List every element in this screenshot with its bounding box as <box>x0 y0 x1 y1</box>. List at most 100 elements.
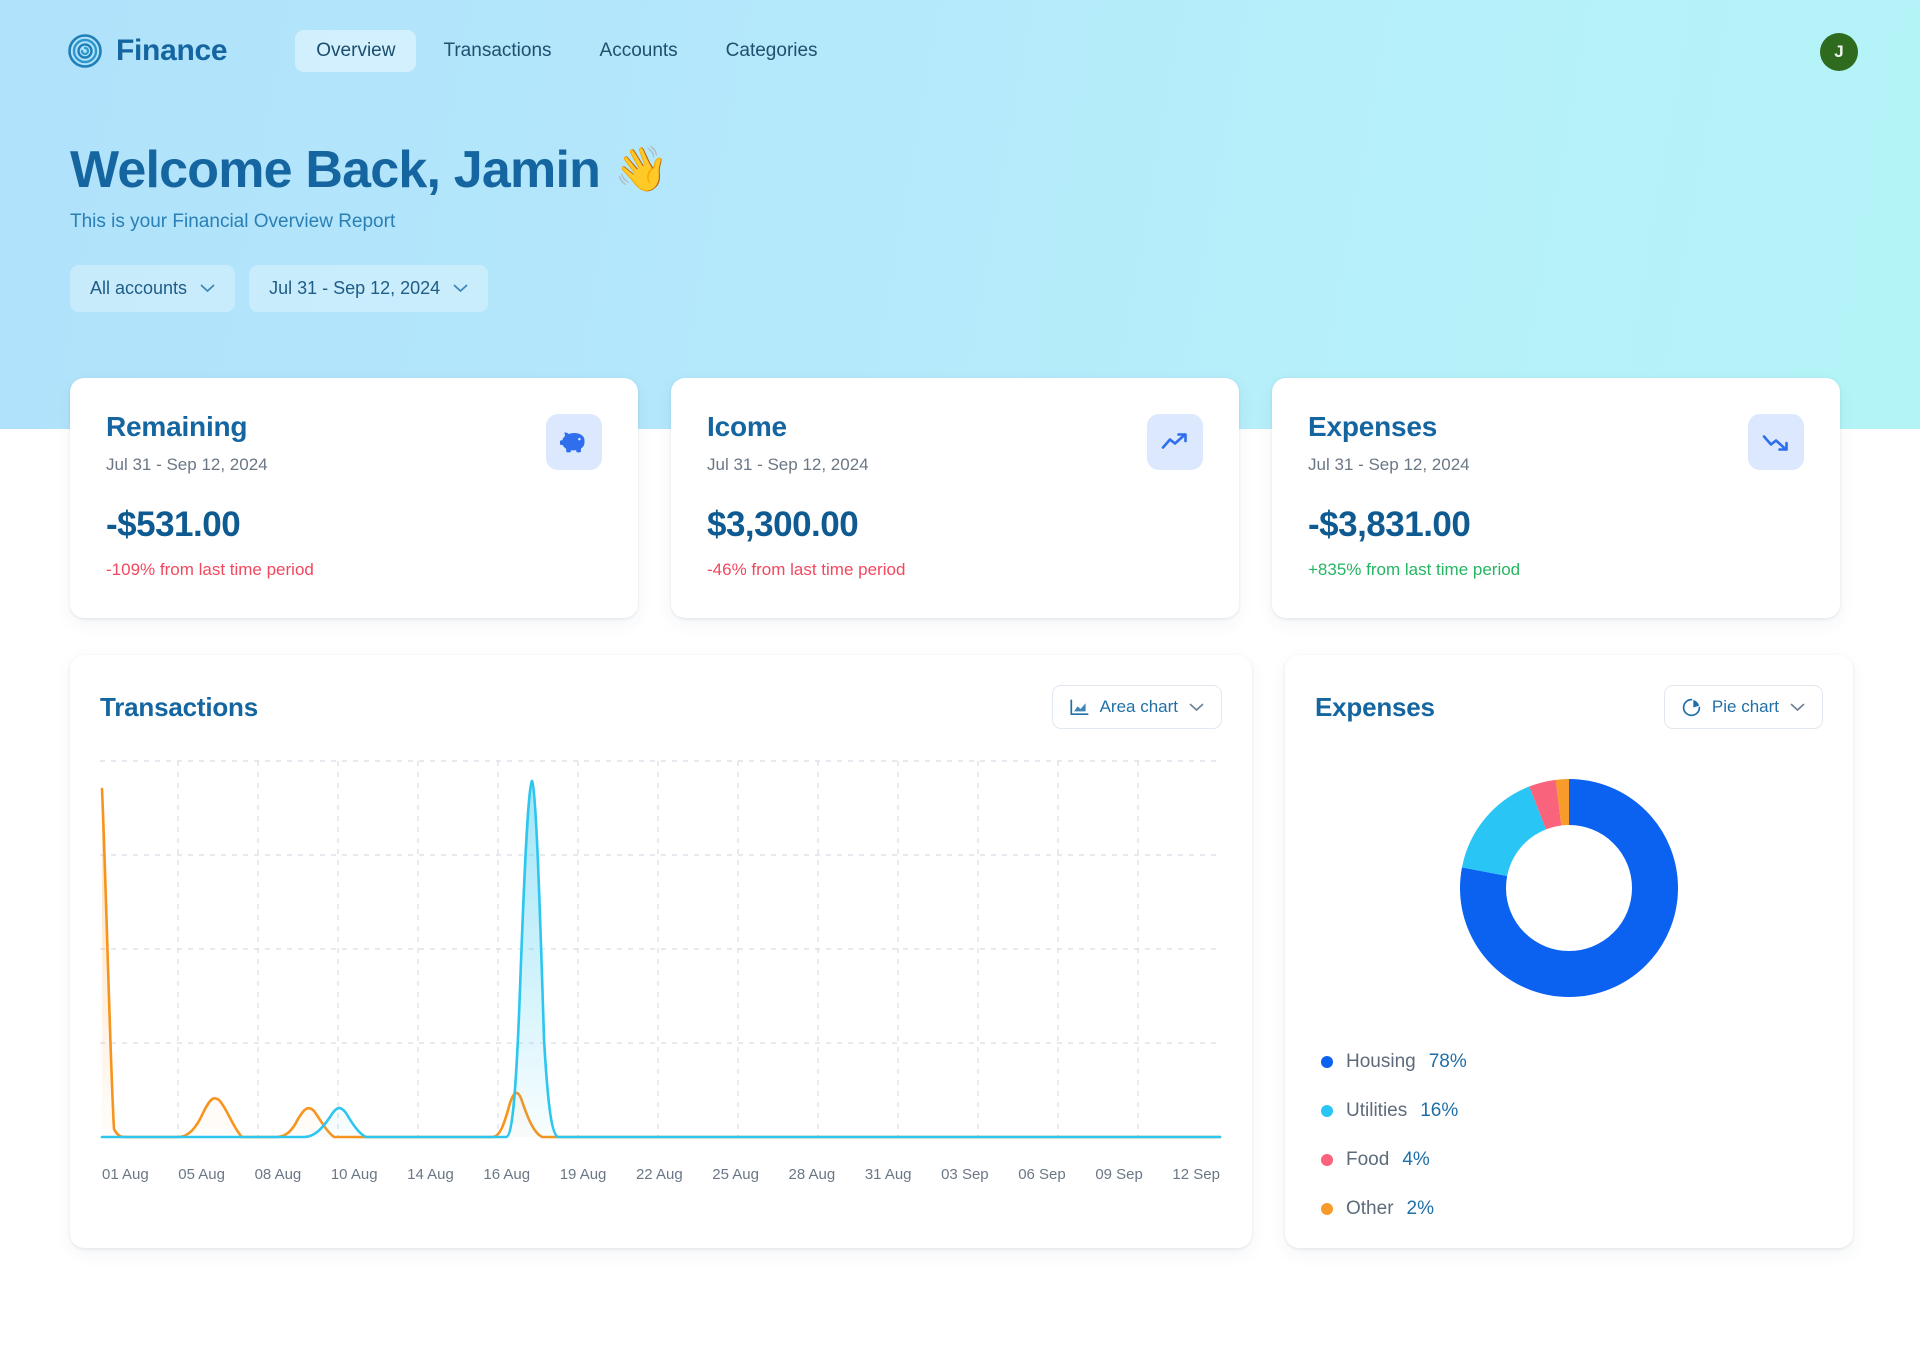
date-range-filter-dropdown[interactable]: Jul 31 - Sep 12, 2024 <box>249 265 489 312</box>
kpi-card-income: Icome Jul 31 - Sep 12, 2024 $3,300.00 -4… <box>671 378 1239 618</box>
transactions-panel-title: Transactions <box>100 691 258 722</box>
income-series-area <box>102 781 1220 1137</box>
kpi-date-range: Jul 31 - Sep 12, 2024 <box>106 455 268 474</box>
kpi-value: -$3,831.00 <box>1308 505 1471 544</box>
nav-item-categories[interactable]: Categories <box>705 30 839 72</box>
x-tick-label: 10 Aug <box>330 1166 378 1183</box>
kpi-title: Expenses <box>1308 411 1438 442</box>
chart-type-select-pie[interactable]: Pie chart <box>1663 685 1823 729</box>
brand-logo[interactable]: Finance <box>68 34 228 68</box>
x-tick-label: 14 Aug <box>407 1166 454 1183</box>
legend-label: Food <box>1346 1149 1390 1170</box>
legend-item-utilities[interactable]: Utilities 16% <box>1321 1100 1823 1122</box>
horizontal-gridlines <box>100 760 1222 1044</box>
legend-color-dot <box>1321 1056 1333 1068</box>
kpi-icon-badge <box>1147 414 1203 470</box>
kpi-card-remaining: Remaining Jul 31 - Sep 12, 2024 -$531.00… <box>70 378 638 618</box>
area-chart-x-axis: 01 Aug 05 Aug 08 Aug 10 Aug 14 Aug 16 Au… <box>100 1166 1222 1183</box>
expenses-legend: Housing 78% Utilities 16% Food 4% Other … <box>1315 1051 1823 1220</box>
chevron-down-icon <box>453 284 468 292</box>
account-filter-dropdown[interactable]: All accounts <box>70 265 236 312</box>
piggy-bank-icon <box>560 432 585 453</box>
expenses-donut-chart <box>1315 773 1823 1003</box>
kpi-icon-badge <box>546 414 602 470</box>
kpi-delta: -46% from last time period <box>707 560 906 579</box>
x-tick-label: 19 Aug <box>559 1166 607 1183</box>
area-chart-icon <box>1070 698 1089 715</box>
kpi-date-range: Jul 31 - Sep 12, 2024 <box>1308 455 1470 474</box>
kpi-delta: +835% from last time period <box>1308 560 1521 579</box>
nav-item-overview[interactable]: Overview <box>295 30 417 72</box>
donut-chart-canvas <box>1460 779 1678 997</box>
x-tick-label: 16 Aug <box>483 1166 531 1183</box>
page-subtitle: This is your Financial Overview Report <box>70 211 396 233</box>
legend-item-other[interactable]: Other 2% <box>1321 1198 1823 1220</box>
kpi-card-expenses: Expenses Jul 31 - Sep 12, 2024 -$3,831.0… <box>1272 378 1840 618</box>
x-tick-label: 03 Sep <box>941 1166 989 1183</box>
x-tick-label: 08 Aug <box>254 1166 302 1183</box>
transactions-area-chart: 01 Aug 05 Aug 08 Aug 10 Aug 14 Aug 16 Au… <box>100 759 1222 1183</box>
waving-hand-icon: 👋 <box>614 145 669 195</box>
x-tick-label: 28 Aug <box>788 1166 836 1183</box>
page-title: Welcome Back, Jamin 👋 <box>70 141 669 199</box>
income-series-line <box>100 779 1222 1139</box>
x-tick-label: 31 Aug <box>864 1166 912 1183</box>
x-tick-label: 06 Sep <box>1018 1166 1066 1183</box>
transactions-panel: Transactions Area chart 01 Aug 05 Aug 08… <box>70 655 1252 1248</box>
x-tick-label: 22 Aug <box>635 1166 683 1183</box>
expenses-series-line <box>100 787 1222 1139</box>
kpi-date-range: Jul 31 - Sep 12, 2024 <box>707 455 869 474</box>
account-filter-label: All accounts <box>90 278 188 298</box>
panel-row: Transactions Area chart 01 Aug 05 Aug 08… <box>70 655 1853 1248</box>
legend-color-dot <box>1321 1105 1333 1117</box>
transactions-panel-header: Transactions Area chart <box>100 685 1222 729</box>
nav-item-accounts[interactable]: Accounts <box>579 30 699 72</box>
expenses-panel: Expenses Pie chart Housing 78% Utilities… <box>1285 655 1853 1248</box>
chevron-down-icon <box>1189 703 1204 711</box>
pie-chart-icon <box>1682 698 1701 716</box>
spiral-icon <box>68 34 102 68</box>
dashboard-page: Finance Overview Transactions Accounts C… <box>0 0 1920 1362</box>
brand-name: Finance <box>116 34 228 67</box>
chevron-down-icon <box>1790 703 1805 711</box>
chart-type-label: Area chart <box>1099 697 1178 716</box>
expenses-panel-header: Expenses Pie chart <box>1315 685 1823 729</box>
chart-type-select-area[interactable]: Area chart <box>1051 685 1222 729</box>
legend-label: Other <box>1346 1198 1394 1219</box>
kpi-value: -$531.00 <box>106 505 241 544</box>
welcome-heading-text: Welcome Back, Jamin <box>70 141 601 199</box>
x-tick-label: 01 Aug <box>102 1166 149 1183</box>
legend-item-housing[interactable]: Housing 78% <box>1321 1051 1823 1073</box>
kpi-value: $3,300.00 <box>707 505 859 544</box>
legend-percent: 4% <box>1402 1149 1430 1170</box>
legend-percent: 16% <box>1420 1100 1459 1121</box>
x-tick-label: 05 Aug <box>178 1166 225 1183</box>
nav-links: Overview Transactions Accounts Categorie… <box>295 30 838 72</box>
legend-color-dot <box>1321 1154 1333 1166</box>
legend-label: Utilities <box>1346 1100 1408 1121</box>
area-chart-canvas <box>100 760 1222 1139</box>
kpi-card-row: Remaining Jul 31 - Sep 12, 2024 -$531.00… <box>70 378 1840 618</box>
legend-item-food[interactable]: Food 4% <box>1321 1149 1823 1171</box>
legend-label: Housing <box>1346 1051 1416 1072</box>
filter-bar: All accounts Jul 31 - Sep 12, 2024 <box>70 265 489 312</box>
kpi-title: Remaining <box>106 411 248 442</box>
expenses-panel-title: Expenses <box>1315 691 1435 722</box>
x-tick-label: 12 Sep <box>1172 1166 1220 1183</box>
kpi-title: Icome <box>707 411 787 442</box>
date-range-filter-label: Jul 31 - Sep 12, 2024 <box>269 278 441 298</box>
expenses-series-area <box>102 789 1220 1137</box>
nav-item-transactions[interactable]: Transactions <box>422 30 572 72</box>
legend-percent: 78% <box>1428 1051 1467 1072</box>
chevron-down-icon <box>200 284 215 292</box>
legend-color-dot <box>1321 1203 1333 1215</box>
chart-type-label: Pie chart <box>1711 697 1779 716</box>
trending-down-icon <box>1762 435 1788 451</box>
kpi-delta: -109% from last time period <box>106 560 314 579</box>
welcome-block: Welcome Back, Jamin 👋 This is your Finan… <box>70 141 669 233</box>
x-tick-label: 25 Aug <box>712 1166 759 1183</box>
x-tick-label: 09 Sep <box>1095 1166 1143 1183</box>
top-navigation-bar: Finance Overview Transactions Accounts C… <box>0 0 1920 102</box>
legend-percent: 2% <box>1406 1198 1434 1219</box>
avatar[interactable]: J <box>1820 33 1858 71</box>
